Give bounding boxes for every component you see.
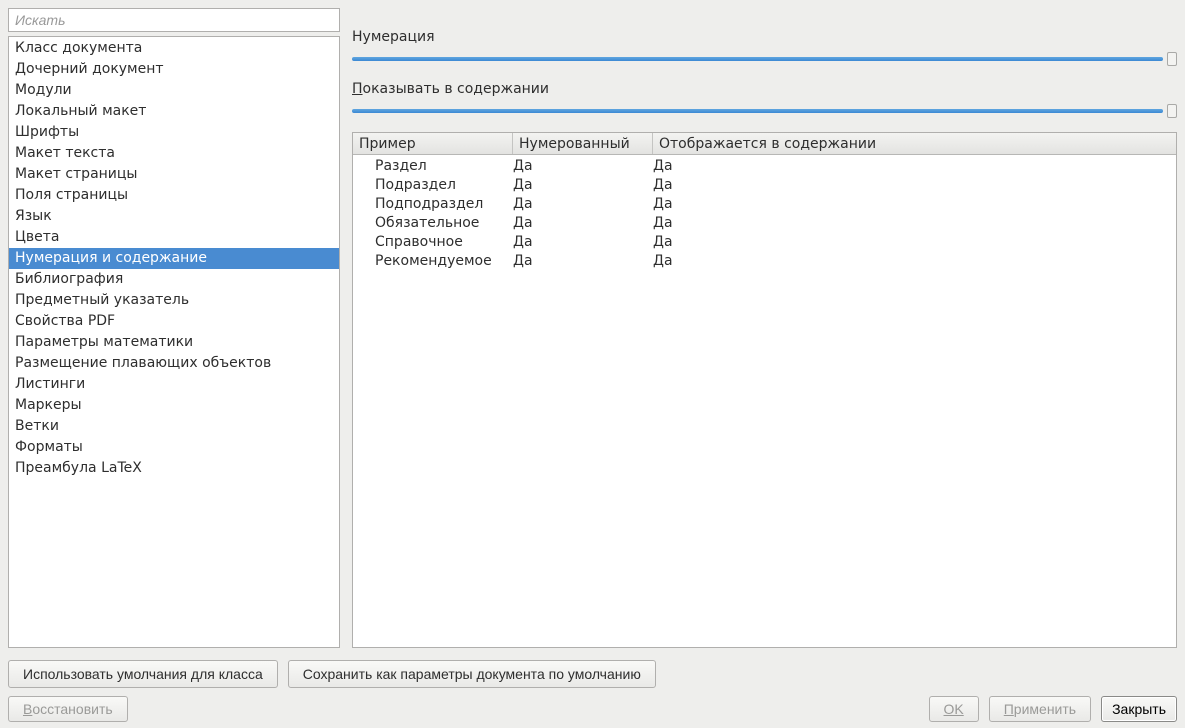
sidebar-item[interactable]: Преамбула LaTeX	[9, 458, 339, 479]
col-header-example[interactable]: Пример	[353, 133, 513, 154]
cell-example: Обязательное	[375, 214, 513, 233]
cell-numbered: Да	[513, 195, 653, 214]
sidebar-item[interactable]: Маркеры	[9, 395, 339, 416]
numbering-slider-track	[352, 57, 1163, 61]
use-class-defaults-button[interactable]: Использовать умолчания для класса	[8, 660, 278, 688]
show-in-toc-slider-track	[352, 109, 1163, 113]
sidebar-item[interactable]: Поля страницы	[9, 185, 339, 206]
cell-numbered: Да	[513, 252, 653, 271]
sidebar-item[interactable]: Нумерация и содержание	[9, 248, 339, 269]
table-row[interactable]: СправочноеДаДа	[375, 233, 1176, 252]
sidebar-item[interactable]: Размещение плавающих объектов	[9, 353, 339, 374]
sidebar-item[interactable]: Библиография	[9, 269, 339, 290]
ok-button: OK	[929, 696, 979, 722]
sidebar-item[interactable]: Дочерний документ	[9, 59, 339, 80]
show-in-toc-slider[interactable]	[352, 104, 1177, 118]
save-as-defaults-button[interactable]: Сохранить как параметры документа по умо…	[288, 660, 656, 688]
sidebar-item[interactable]: Шрифты	[9, 122, 339, 143]
cell-example: Рекомендуемое	[375, 252, 513, 271]
numbering-label: Нумерация	[352, 28, 1177, 46]
numbering-slider-handle[interactable]	[1167, 52, 1177, 66]
show-in-toc-slider-handle[interactable]	[1167, 104, 1177, 118]
numbering-slider[interactable]	[352, 52, 1177, 66]
restore-button: Восстановить	[8, 696, 128, 722]
sidebar-item[interactable]: Макет страницы	[9, 164, 339, 185]
toc-table-header: Пример Нумерованный Отображается в содер…	[353, 133, 1176, 155]
cell-intoc: Да	[653, 214, 1176, 233]
sidebar-item[interactable]: Параметры математики	[9, 332, 339, 353]
sidebar-item[interactable]: Ветки	[9, 416, 339, 437]
cell-intoc: Да	[653, 176, 1176, 195]
table-row[interactable]: РазделДаДа	[375, 157, 1176, 176]
sidebar-item[interactable]: Цвета	[9, 227, 339, 248]
sidebar-item[interactable]: Листинги	[9, 374, 339, 395]
category-list[interactable]: Класс документаДочерний документМодулиЛо…	[8, 36, 340, 648]
col-header-intoc[interactable]: Отображается в содержании	[653, 133, 1176, 154]
col-header-numbered[interactable]: Нумерованный	[513, 133, 653, 154]
sidebar-item[interactable]: Макет текста	[9, 143, 339, 164]
cell-numbered: Да	[513, 233, 653, 252]
sidebar-item[interactable]: Язык	[9, 206, 339, 227]
cell-numbered: Да	[513, 176, 653, 195]
cell-example: Подраздел	[375, 176, 513, 195]
table-row[interactable]: РекомендуемоеДаДа	[375, 252, 1176, 271]
toc-table[interactable]: Пример Нумерованный Отображается в содер…	[352, 132, 1177, 648]
sidebar-item[interactable]: Класс документа	[9, 38, 339, 59]
cell-intoc: Да	[653, 195, 1176, 214]
sidebar-item[interactable]: Предметный указатель	[9, 290, 339, 311]
cell-numbered: Да	[513, 214, 653, 233]
search-input[interactable]	[8, 8, 340, 32]
sidebar-item[interactable]: Модули	[9, 80, 339, 101]
close-button[interactable]: Закрыть	[1101, 696, 1177, 722]
cell-numbered: Да	[513, 157, 653, 176]
table-row[interactable]: ПодразделДаДа	[375, 176, 1176, 195]
table-row[interactable]: ПодподразделДаДа	[375, 195, 1176, 214]
cell-intoc: Да	[653, 157, 1176, 176]
show-in-toc-label: Показывать в содержании	[352, 80, 1177, 98]
cell-intoc: Да	[653, 233, 1176, 252]
cell-example: Раздел	[375, 157, 513, 176]
table-row[interactable]: ОбязательноеДаДа	[375, 214, 1176, 233]
sidebar-item[interactable]: Форматы	[9, 437, 339, 458]
cell-intoc: Да	[653, 252, 1176, 271]
toc-table-body: РазделДаДаПодразделДаДаПодподразделДаДаО…	[353, 155, 1176, 273]
sidebar-item[interactable]: Свойства PDF	[9, 311, 339, 332]
sidebar-item[interactable]: Локальный макет	[9, 101, 339, 122]
cell-example: Справочное	[375, 233, 513, 252]
apply-button: Применить	[989, 696, 1091, 722]
cell-example: Подподраздел	[375, 195, 513, 214]
